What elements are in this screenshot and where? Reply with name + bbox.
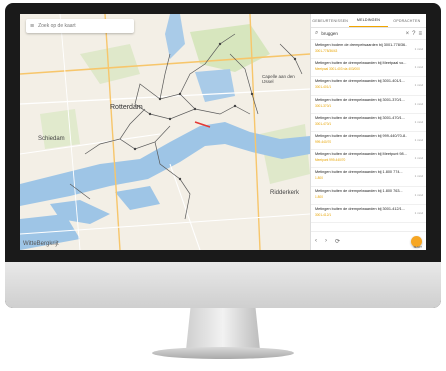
help-icon[interactable]: ?	[412, 31, 415, 37]
list-item[interactable]: Metingen buiten de drempelwaarden bij Me…	[311, 59, 426, 78]
side-panel: GEBEURTENISSEN MELDINGEN OPDRACHTEN ⌕ br…	[310, 14, 426, 250]
list-item[interactable]: Metingen buiten de drempelwaarden bij Me…	[311, 150, 426, 169]
list-item[interactable]: Metingen buiten de drempelwaarden bij 30…	[311, 77, 426, 96]
map-view[interactable]: ≡ Rotterdam Schiedam Capelle aan den IJs…	[20, 14, 310, 250]
list-item[interactable]: Metingen buiten de drempelwaarden bij 99…	[311, 132, 426, 151]
clear-icon[interactable]: ×	[406, 31, 410, 37]
item-subtitle: Meetpunt 999-440/70	[315, 158, 346, 163]
item-date: 1 mnd	[414, 192, 423, 197]
item-date: 1 mnd	[414, 156, 423, 161]
item-title: Metingen buiten de drempelwaarden bij 1.…	[315, 170, 403, 175]
item-subtitle: 3001-470/1	[315, 121, 332, 126]
map-label-schiedam: Schiedam	[38, 136, 65, 142]
map-label-capelle: Capelle aan den IJssel	[262, 74, 295, 84]
monitor-stand-foot	[152, 347, 294, 359]
item-subtitle: 3001-412/1	[315, 212, 332, 217]
item-title: Metingen buiten de drempelwaarden bij 30…	[315, 206, 405, 211]
item-title: Metingen buiten de drempelwaarden bij Me…	[315, 61, 407, 66]
search-icon: ⌕	[315, 30, 319, 36]
fab-label: SLUIT	[413, 245, 422, 249]
tab-meldingen[interactable]: MELDINGEN	[349, 14, 388, 27]
notification-list: Metingen bodem de drempelwaarden bij 300…	[311, 41, 426, 231]
map-label-ridderkerk: Ridderkerk	[270, 190, 300, 196]
map-search-bar[interactable]: ≡	[26, 19, 134, 33]
filter-text[interactable]: bruggen	[321, 31, 402, 36]
screen: ≡ Rotterdam Schiedam Capelle aan den IJs…	[20, 14, 426, 250]
item-title: Metingen buiten de drempelwaarden bij 1.…	[315, 188, 403, 193]
item-subtitle: 3001-401/1	[315, 85, 332, 90]
item-date: 1 mnd	[414, 65, 423, 70]
item-subtitle: 1.800	[315, 194, 323, 199]
item-date: 1 mnd	[414, 119, 423, 124]
item-date: 1 mnd	[414, 47, 423, 51]
filter-bar[interactable]: ⌕ bruggen × ? ≡	[311, 28, 426, 40]
item-title: Metingen buiten de drempelwaarden bij 99…	[315, 133, 407, 138]
map-attribution: WitteBergkrijt	[23, 241, 59, 247]
panel-tabs: GEBEURTENISSEN MELDINGEN OPDRACHTEN	[311, 14, 426, 28]
item-subtitle: 3001-370/1	[315, 103, 332, 108]
filter-icon[interactable]: ≡	[418, 31, 422, 37]
tab-gebeurtenissen[interactable]: GEBEURTENISSEN	[311, 14, 349, 27]
item-title: Metingen buiten de drempelwaarden bij Me…	[315, 152, 407, 157]
list-item[interactable]: Metingen buiten de drempelwaarden bij 30…	[311, 205, 426, 223]
item-title: Metingen buiten de drempelwaarden bij 30…	[315, 79, 405, 84]
item-subtitle: 3001-778/36/43	[315, 49, 338, 53]
list-item[interactable]: Metingen bodem de drempelwaarden bij 300…	[311, 41, 426, 60]
list-item[interactable]: Metingen buiten de drempelwaarden bij 1.…	[311, 168, 426, 187]
map-label-rotterdam: Rotterdam	[110, 104, 143, 111]
item-subtitle: Meetpaal 3001-403 via 403/000	[315, 67, 360, 72]
item-date: 1 mnd	[414, 210, 423, 215]
refresh-button[interactable]: ⟳	[335, 238, 340, 245]
list-item[interactable]: Metingen buiten de drempelwaarden bij 30…	[311, 114, 426, 132]
map-canvas[interactable]	[20, 14, 310, 250]
item-date: 1 mnd	[414, 174, 423, 179]
list-item[interactable]: Metingen buiten de drempelwaarden bij 30…	[311, 96, 426, 114]
monitor-chin	[5, 262, 441, 308]
item-title: Metingen buiten de drempelwaarden bij 30…	[315, 115, 405, 120]
item-date: 1 mnd	[414, 137, 423, 142]
panel-footer: ‹ › ⟳	[311, 231, 426, 250]
back-button[interactable]: ‹	[315, 238, 317, 244]
item-title: Metingen bodem de drempelwaarden bij 300…	[315, 43, 407, 47]
map-search-input[interactable]	[38, 23, 129, 29]
item-date: 1 mnd	[414, 83, 423, 88]
item-subtitle: 1.800	[315, 176, 323, 181]
menu-icon[interactable]: ≡	[30, 23, 34, 30]
item-title: Metingen buiten de drempelwaarden bij 30…	[315, 97, 405, 102]
monitor-stand-neck	[186, 308, 260, 350]
forward-button[interactable]: ›	[325, 238, 327, 244]
list-item[interactable]: Metingen buiten de drempelwaarden bij 1.…	[311, 187, 426, 205]
tab-opdrachten[interactable]: OPDRACHTEN	[388, 14, 426, 27]
item-subtitle: 999-440/70	[315, 139, 332, 144]
desktop-monitor-scene: ≡ Rotterdam Schiedam Capelle aan den IJs…	[0, 0, 446, 371]
item-date: 1 mnd	[414, 101, 423, 106]
